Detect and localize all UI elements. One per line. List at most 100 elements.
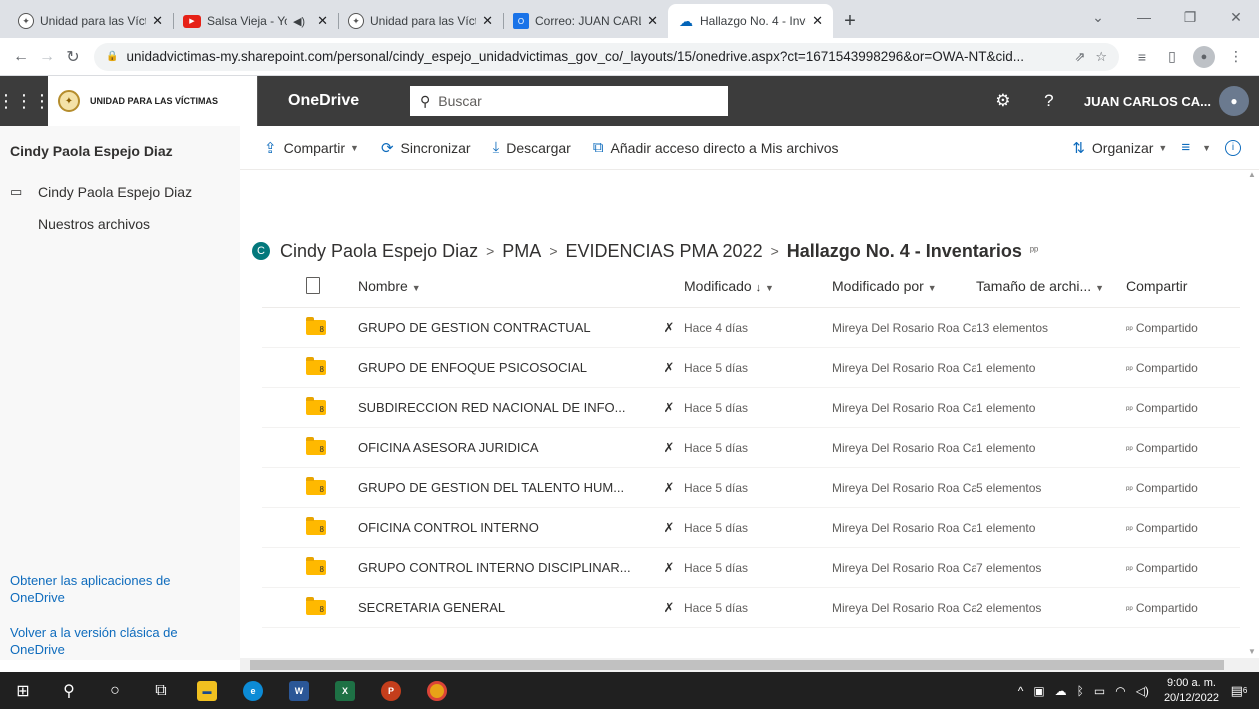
modified-by-cell[interactable]: Mireya Del Rosario Roa Ca — [832, 361, 976, 375]
tray-chevron-icon[interactable]: ^ — [1018, 684, 1024, 698]
scrollbar-thumb[interactable] — [250, 660, 1224, 670]
modified-by-cell[interactable]: Mireya Del Rosario Roa Ca — [832, 441, 976, 455]
notifications-icon[interactable]: ▤ 6 — [1229, 681, 1249, 701]
table-row[interactable]: 8 GRUPO DE ENFOQUE PSICOSOCIAL ✗ Hace 5 día… — [262, 348, 1240, 388]
table-row[interactable]: 8 OFICINA ASESORA JURIDICA ✗ Hace 5 días Mir… — [262, 428, 1240, 468]
scroll-up-icon[interactable]: ▲ — [1245, 170, 1259, 179]
table-row[interactable]: 8 OFICINA CONTROL INTERNO ✗ Hace 5 días Mire… — [262, 508, 1240, 548]
vertical-scrollbar[interactable]: ▲ ▼ — [1245, 170, 1259, 658]
app-name[interactable]: OneDrive — [288, 92, 410, 110]
pin-action-icon[interactable]: ✗ — [654, 600, 684, 616]
cortana-icon[interactable]: ○ — [92, 672, 138, 709]
file-name[interactable]: GRUPO DE GESTION DEL TALENTO HUM... — [358, 480, 654, 495]
breadcrumb-item[interactable]: PMA — [502, 241, 541, 262]
sharing-cell[interactable]: ᵖᵖ Compartido — [1126, 481, 1236, 495]
column-sharing[interactable]: Compartir — [1126, 278, 1236, 294]
table-row[interactable]: 8 SECRETARIA GENERAL ✗ Hace 5 días Mireya De… — [262, 588, 1240, 628]
close-window-icon[interactable]: ✕ — [1213, 0, 1259, 34]
pin-action-icon[interactable]: ✗ — [654, 320, 684, 336]
nav-item-shared-files[interactable]: Nuestros archivos — [0, 208, 240, 240]
view-options-button[interactable]: ≡ ▼ — [1181, 139, 1211, 156]
browser-tab[interactable]: ☁ Hallazgo No. 4 - Inventari ✕ — [668, 4, 833, 38]
sharing-cell[interactable]: ᵖᵖ Compartido — [1126, 361, 1236, 375]
new-tab-button[interactable]: + — [833, 4, 867, 38]
table-row[interactable]: 8 GRUPO CONTROL INTERNO DISCIPLINAR... ✗ Ha… — [262, 548, 1240, 588]
file-name[interactable]: SUBDIRECCION RED NACIONAL DE INFO... — [358, 400, 654, 415]
browser-tab[interactable]: ▶ Salsa Vieja - YouTube ◀) ✕ — [173, 4, 338, 38]
bluetooth-icon[interactable]: ᛒ — [1077, 684, 1084, 698]
file-explorer-icon[interactable]: ▬ — [184, 672, 230, 709]
clock[interactable]: 9:00 a. m. 20/12/2022 — [1164, 676, 1219, 706]
edge-icon[interactable]: e — [230, 672, 276, 709]
powerpoint-icon[interactable]: P — [368, 672, 414, 709]
download-button[interactable]: ⤓ Descargar — [493, 139, 571, 156]
classic-view-link[interactable]: Volver a la versión clásica de OneDrive — [10, 624, 220, 658]
browser-menu-icon[interactable]: ⋮ — [1221, 48, 1251, 65]
column-size[interactable]: Tamaño de archi... ▼ — [976, 278, 1126, 294]
pin-action-icon[interactable]: ✗ — [654, 520, 684, 536]
add-shortcut-button[interactable]: ⧉ Añadir acceso directo a Mis archivos — [593, 139, 839, 156]
info-pane-icon[interactable]: i — [1225, 139, 1241, 156]
file-name[interactable]: GRUPO DE ENFOQUE PSICOSOCIAL — [358, 360, 654, 375]
table-row[interactable]: 8 GRUPO DE GESTION CONTRACTUAL ✗ Hace 4 día… — [262, 308, 1240, 348]
column-name[interactable]: Nombre ▼ — [358, 278, 654, 294]
reading-list-icon[interactable]: ≡ — [1127, 49, 1157, 65]
close-tab-icon[interactable]: ✕ — [812, 13, 823, 29]
file-name[interactable]: GRUPO CONTROL INTERNO DISCIPLINAR... — [358, 560, 654, 575]
browser-tab[interactable]: O Correo: JUAN CARLOS CA ✕ — [503, 4, 668, 38]
modified-by-cell[interactable]: Mireya Del Rosario Roa Ca — [832, 561, 976, 575]
sharing-cell[interactable]: ᵖᵖ Compartido — [1126, 561, 1236, 575]
table-row[interactable]: 8 GRUPO DE GESTION DEL TALENTO HUM... ✗ Hac… — [262, 468, 1240, 508]
task-view-icon[interactable]: ⧉ — [138, 672, 184, 709]
breadcrumb-item[interactable]: EVIDENCIAS PMA 2022 — [566, 241, 763, 262]
sharing-cell[interactable]: ᵖᵖ Compartido — [1126, 321, 1236, 335]
minimize-icon[interactable]: — — [1121, 0, 1167, 34]
pin-action-icon[interactable]: ✗ — [654, 400, 684, 416]
search-icon[interactable]: ⚲ — [46, 672, 92, 709]
tab-search-icon[interactable]: ⌄ — [1075, 0, 1121, 34]
column-modified[interactable]: Modificado ↓ ▼ — [684, 278, 832, 294]
pin-action-icon[interactable]: ✗ — [654, 480, 684, 496]
search-box[interactable]: ⚲ Buscar — [410, 86, 728, 116]
modified-by-cell[interactable]: Mireya Del Rosario Roa Ca — [832, 481, 976, 495]
audio-playing-icon[interactable]: ◀) — [293, 15, 305, 28]
modified-by-cell[interactable]: Mireya Del Rosario Roa Ca — [832, 401, 976, 415]
pin-action-icon[interactable]: ✗ — [654, 560, 684, 576]
file-name[interactable]: SECRETARIA GENERAL — [358, 600, 654, 615]
word-icon[interactable]: W — [276, 672, 322, 709]
sharing-cell[interactable]: ᵖᵖ Compartido — [1126, 441, 1236, 455]
chrome-icon[interactable] — [414, 672, 460, 709]
side-panel-icon[interactable]: ▯ — [1157, 48, 1187, 65]
close-tab-icon[interactable]: ✕ — [152, 13, 163, 29]
onedrive-tray-icon[interactable]: ☁ — [1055, 684, 1067, 698]
breadcrumb-item[interactable]: Cindy Paola Espejo Diaz — [280, 241, 478, 262]
share-button[interactable]: ⇪ Compartir ▼ — [264, 139, 359, 157]
modified-by-cell[interactable]: Mireya Del Rosario Roa Ca — [832, 521, 976, 535]
sync-button[interactable]: ⟳ Sincronizar — [381, 139, 471, 157]
profile-icon[interactable]: ● — [1193, 45, 1215, 68]
file-type-header[interactable] — [262, 277, 358, 294]
battery-icon[interactable]: ▭ — [1094, 684, 1105, 698]
app-launcher-icon[interactable]: ⋮⋮⋮ — [0, 76, 51, 126]
file-name[interactable]: OFICINA ASESORA JURIDICA — [358, 440, 654, 455]
bookmark-star-icon[interactable]: ☆ — [1095, 49, 1107, 65]
avatar[interactable]: ● — [1219, 86, 1249, 116]
close-tab-icon[interactable]: ✕ — [647, 13, 658, 29]
sort-button[interactable]: ⇅ Organizar ▼ — [1072, 139, 1167, 157]
url-input[interactable]: 🔒 unidadvictimas-my.sharepoint.com/perso… — [94, 42, 1119, 71]
modified-by-cell[interactable]: Mireya Del Rosario Roa Ca — [832, 321, 976, 335]
forward-icon[interactable]: → — [34, 48, 60, 66]
column-modified-by[interactable]: Modificado por ▼ — [832, 278, 976, 294]
settings-gear-icon[interactable]: ⚙ — [980, 91, 1026, 111]
close-tab-icon[interactable]: ✕ — [317, 13, 328, 29]
modified-by-cell[interactable]: Mireya Del Rosario Roa Ca — [832, 601, 976, 615]
sharing-cell[interactable]: ᵖᵖ Compartido — [1126, 601, 1236, 615]
restore-icon[interactable]: ❐ — [1167, 0, 1213, 34]
back-icon[interactable]: ← — [8, 48, 34, 66]
get-apps-link[interactable]: Obtener las aplicaciones de OneDrive — [10, 572, 220, 606]
file-name[interactable]: GRUPO DE GESTION CONTRACTUAL — [358, 320, 654, 335]
windows-start-icon[interactable]: ⊞ — [0, 672, 46, 709]
share-page-icon[interactable]: ⇗ — [1074, 49, 1085, 65]
pin-action-icon[interactable]: ✗ — [654, 360, 684, 376]
sharing-cell[interactable]: ᵖᵖ Compartido — [1126, 401, 1236, 415]
